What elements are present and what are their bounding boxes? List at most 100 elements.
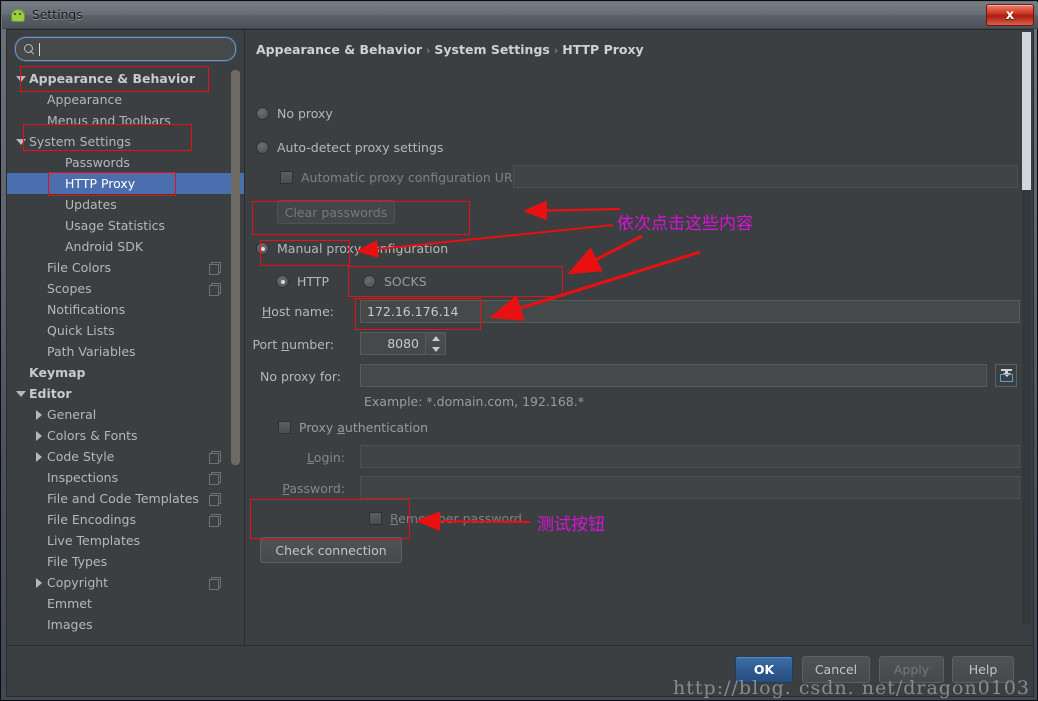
- chevron-right-icon[interactable]: [33, 577, 44, 588]
- chevron-down-icon[interactable]: [15, 388, 26, 399]
- no-proxy-option[interactable]: No proxy: [256, 106, 333, 121]
- auto-url-label: Automatic proxy configuration URL:: [301, 170, 524, 185]
- manual-proxy-label: Manual proxy configuration: [277, 241, 449, 256]
- sidebar-item-label: Path Variables: [47, 344, 136, 359]
- port-increment-icon[interactable]: [426, 333, 445, 344]
- sidebar-item-code-style[interactable]: Code Style: [7, 446, 244, 467]
- sidebar-item-menus-and-toolbars[interactable]: Menus and Toolbars: [7, 110, 244, 131]
- breadcrumb-part-2[interactable]: System Settings: [434, 42, 549, 57]
- chevron-down-icon[interactable]: [15, 136, 26, 147]
- copy-settings-icon: [209, 493, 221, 506]
- auto-detect-radio[interactable]: [256, 141, 269, 154]
- sidebar-item-system-settings[interactable]: System Settings: [7, 131, 244, 152]
- sidebar-item-inspections[interactable]: Inspections: [7, 467, 244, 488]
- sidebar-item-file-colors[interactable]: File Colors: [7, 257, 244, 278]
- copy-settings-icon: [209, 451, 221, 464]
- breadcrumb-separator-1: ›: [426, 44, 431, 57]
- host-name-label-rest: ost name:: [271, 304, 334, 319]
- chevron-right-icon[interactable]: [33, 451, 44, 462]
- close-button[interactable]: x: [986, 4, 1034, 26]
- sidebar-item-usage-statistics[interactable]: Usage Statistics: [7, 215, 244, 236]
- check-connection-button[interactable]: Check connection: [260, 537, 402, 563]
- sidebar-item-http-proxy[interactable]: HTTP Proxy: [7, 173, 244, 194]
- chevron-right-icon[interactable]: [33, 409, 44, 420]
- sidebar-item-updates[interactable]: Updates: [7, 194, 244, 215]
- sidebar-item-notifications[interactable]: Notifications: [7, 299, 244, 320]
- sidebar-item-label: File Colors: [47, 260, 112, 275]
- host-name-input[interactable]: 172.16.176.14: [360, 300, 1020, 323]
- http-radio[interactable]: [276, 275, 289, 288]
- login-label: Login:: [307, 450, 345, 465]
- sidebar-item-file-types[interactable]: File Types: [7, 551, 244, 572]
- sidebar-item-file-and-code-templates[interactable]: File and Code Templates: [7, 488, 244, 509]
- port-number-stepper[interactable]: [425, 333, 445, 354]
- remember-password-checkbox[interactable]: [369, 512, 382, 525]
- proxy-auth-option[interactable]: Proxy authentication: [278, 420, 428, 435]
- sidebar-item-appearance[interactable]: Appearance: [7, 89, 244, 110]
- sidebar-item-emmet[interactable]: Emmet: [7, 593, 244, 614]
- sidebar-item-label: File and Code Templates: [47, 491, 199, 506]
- sidebar-item-appearance-behavior[interactable]: Appearance & Behavior: [7, 68, 244, 89]
- no-proxy-for-label: No proxy for:: [260, 369, 341, 384]
- port-number-value[interactable]: 8080: [361, 333, 425, 354]
- manual-proxy-option[interactable]: Manual proxy configuration: [256, 241, 448, 256]
- http-label: HTTP: [297, 274, 329, 289]
- auto-url-option[interactable]: Automatic proxy configuration URL:: [280, 170, 524, 185]
- sidebar-scrollbar-thumb[interactable]: [231, 70, 240, 465]
- sidebar-item-copyright[interactable]: Copyright: [7, 572, 244, 593]
- sidebar: Appearance & Behavior Appearance Menus and…: [7, 30, 245, 645]
- insert-into-field-icon: [999, 369, 1013, 382]
- android-studio-icon: [10, 7, 26, 23]
- content-scrollbar-thumb[interactable]: [1022, 32, 1031, 190]
- clear-passwords-button[interactable]: Clear passwords: [277, 200, 395, 224]
- no-proxy-radio[interactable]: [256, 107, 269, 120]
- sidebar-item-images[interactable]: Images: [7, 614, 244, 635]
- copy-settings-icon: [209, 472, 221, 485]
- http-option[interactable]: HTTP: [276, 274, 329, 289]
- manual-proxy-radio[interactable]: [256, 242, 269, 255]
- sidebar-item-label: HTTP Proxy: [65, 176, 136, 191]
- socks-label: SOCKS: [384, 274, 427, 289]
- sidebar-item-keymap[interactable]: Keymap: [7, 362, 244, 383]
- auto-url-checkbox[interactable]: [280, 171, 293, 184]
- sidebar-item-general[interactable]: General: [7, 404, 244, 425]
- password-input[interactable]: [360, 476, 1020, 499]
- sidebar-scrollbar[interactable]: [231, 70, 240, 468]
- chevron-right-icon[interactable]: [33, 430, 44, 441]
- chevron-down-icon[interactable]: [15, 73, 26, 84]
- host-name-value: 172.16.176.14: [367, 304, 459, 319]
- auto-detect-option[interactable]: Auto-detect proxy settings: [256, 140, 443, 155]
- port-number-spinner[interactable]: 8080: [360, 332, 446, 355]
- sidebar-item-passwords[interactable]: Passwords: [7, 152, 244, 173]
- sidebar-item-label: Keymap: [29, 365, 86, 380]
- search-box[interactable]: [15, 37, 236, 61]
- sidebar-item-file-encodings[interactable]: File Encodings: [7, 509, 244, 530]
- sidebar-item-quick-lists[interactable]: Quick Lists: [7, 320, 244, 341]
- sidebar-item-editor[interactable]: Editor: [7, 383, 244, 404]
- search-input[interactable]: [40, 41, 227, 57]
- socks-radio[interactable]: [363, 275, 376, 288]
- sidebar-item-android-sdk[interactable]: Android SDK: [7, 236, 244, 257]
- breadcrumb-part-1[interactable]: Appearance & Behavior: [256, 42, 422, 57]
- sidebar-item-live-templates[interactable]: Live Templates: [7, 530, 244, 551]
- socks-option[interactable]: SOCKS: [363, 274, 427, 289]
- sidebar-item-colors-fonts[interactable]: Colors & Fonts: [7, 425, 244, 446]
- proxy-auth-checkbox[interactable]: [278, 421, 291, 434]
- port-decrement-icon[interactable]: [426, 344, 445, 355]
- settings-tree[interactable]: Appearance & Behavior Appearance Menus and…: [7, 66, 244, 645]
- auto-url-input[interactable]: [513, 165, 1018, 188]
- no-proxy-for-input[interactable]: [360, 364, 987, 387]
- content-scrollbar[interactable]: [1022, 32, 1031, 624]
- sidebar-item-label: Appearance: [47, 92, 123, 107]
- remember-password-option[interactable]: Remember password: [369, 511, 522, 526]
- login-input[interactable]: [360, 445, 1020, 468]
- sidebar-item-path-variables[interactable]: Path Variables: [7, 341, 244, 362]
- sidebar-item-scopes[interactable]: Scopes: [7, 278, 244, 299]
- insert-into-field-button[interactable]: [995, 364, 1017, 387]
